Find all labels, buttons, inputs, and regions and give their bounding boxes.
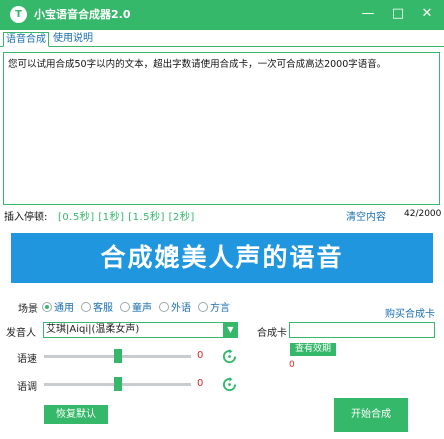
tab-voice-synthesis[interactable]: 语音合成 [3,32,49,47]
check-validity-button[interactable]: 查有效期 [290,343,336,356]
chevron-down-icon[interactable]: ▼ [223,322,238,338]
promo-banner: 合成媲美人声的语音 [11,233,433,283]
scene-option-service[interactable]: 客服 [81,299,113,314]
tone-value: 0 [197,378,204,389]
scene-label: 场景 [18,304,38,315]
restore-defaults-button[interactable]: 恢复默认 [44,405,108,424]
tone-slider[interactable] [44,377,191,391]
app-logo-icon: T [10,6,27,23]
radio-icon [81,302,91,312]
scene-option-dialect[interactable]: 方言 [198,299,230,314]
scene-option-general[interactable]: 通用 [42,299,74,314]
speed-slider[interactable] [44,349,191,363]
scene-option-child[interactable]: 童声 [120,299,152,314]
tone-reset-icon[interactable] [222,377,237,392]
speed-reset-icon[interactable] [222,349,237,364]
start-synthesis-button[interactable]: 开始合成 [334,398,408,432]
tab-instructions[interactable]: 使用说明 [51,32,95,47]
tone-label: 语调 [17,382,37,393]
radio-icon [120,302,130,312]
maximize-button[interactable]: □ [386,0,410,28]
app-title: 小宝语音合成器2.0 [34,8,131,21]
speed-slider-thumb[interactable] [114,349,122,363]
clear-content-button[interactable]: 清空内容 [346,208,386,223]
scene-option-foreign[interactable]: 外语 [159,299,191,314]
speaker-selected-value: 艾琪|Aiqi|(温柔女声) [46,324,140,335]
insert-pause-label: 插入停顿: [4,212,48,223]
radio-icon [159,302,169,312]
speed-value: 0 [197,350,204,361]
radio-selected-icon [42,302,52,312]
close-button[interactable]: ✕ [415,0,439,28]
char-count: 42/2000 [404,209,442,219]
radio-icon [198,302,208,312]
speaker-label: 发音人 [6,328,36,339]
card-status: 0 [289,360,295,370]
speaker-select[interactable]: 艾琪|Aiqi|(温柔女声) ▼ [43,322,238,338]
pause-options[interactable]: [0.5秒] [1秒] [1.5秒] [2秒] [58,208,195,223]
buy-card-link[interactable]: 购买合成卡 [385,305,435,320]
card-input[interactable] [289,322,435,338]
minimize-button[interactable]: — [356,0,380,28]
card-label: 合成卡 [257,328,287,339]
title-bar: T 小宝语音合成器2.0 — □ ✕ [0,0,444,30]
speed-label: 语速 [17,354,37,365]
tone-slider-thumb[interactable] [114,377,122,391]
tab-strip: 语音合成 使用说明 [0,30,444,47]
text-input[interactable] [3,52,440,205]
scene-options: 通用 客服 童声 外语 方言 [42,299,230,314]
